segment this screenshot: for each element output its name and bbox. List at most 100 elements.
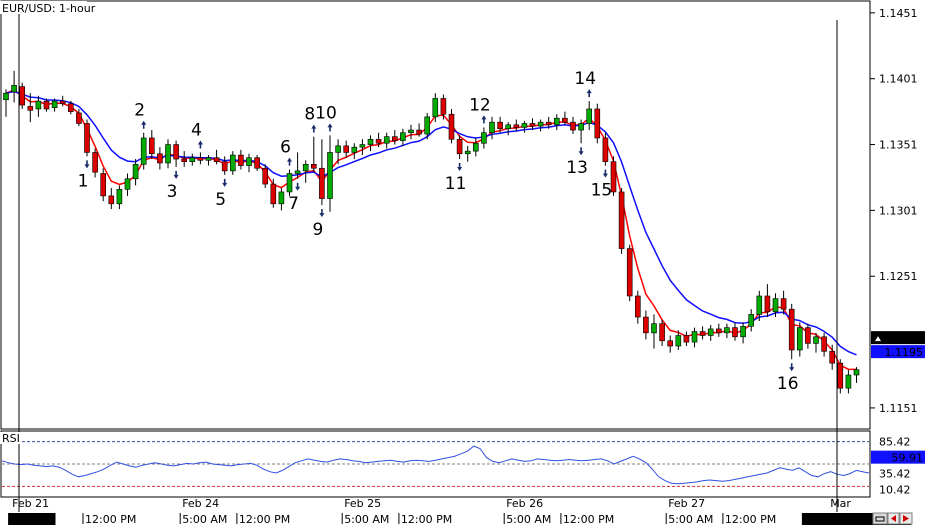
candle-body <box>586 108 593 124</box>
candle-body <box>391 136 398 141</box>
candle-body <box>124 178 131 190</box>
candle-body <box>472 142 479 152</box>
window-controls[interactable] <box>872 512 913 525</box>
candle-body <box>821 336 827 352</box>
date-label: Feb 27 <box>668 497 705 510</box>
candle-body <box>505 124 512 130</box>
date-label: Feb 26 <box>506 497 543 510</box>
candle-body <box>594 108 601 139</box>
candle-body <box>319 167 325 199</box>
candle-body <box>748 314 755 327</box>
candle-body <box>189 157 196 162</box>
candle-body <box>537 121 544 127</box>
candle-body <box>383 136 390 144</box>
candle-body <box>254 157 260 169</box>
minimize-button[interactable] <box>872 512 888 525</box>
date-label: Feb 21 <box>12 497 49 510</box>
chart-title: EUR/USD: 1-hour <box>2 2 96 15</box>
forex-chart[interactable]: 1 2 3 4 5 6 7 8 9 10 11 12 13 14 15 16 1.1451 1.1401 1.13… <box>0 0 925 525</box>
candle-body <box>335 145 341 153</box>
price-tick-label: 1.1151 <box>879 402 918 415</box>
candle-body <box>562 117 568 123</box>
candle-body <box>667 340 674 347</box>
candle-body <box>481 132 487 144</box>
candle-body <box>513 124 520 128</box>
annotation-label: 2 <box>134 101 145 121</box>
candle-body <box>76 112 82 124</box>
price-tick-label: 1.1451 <box>879 7 918 20</box>
date-label: Feb 25 <box>344 497 381 510</box>
annotation-label: 5 <box>215 190 226 210</box>
annotation-label: 4 <box>191 120 202 140</box>
candle-body <box>262 167 269 185</box>
price-tick-label: 1.1351 <box>879 139 918 152</box>
candle-body <box>618 191 625 249</box>
ma-value-label: 1.1195 <box>885 346 924 359</box>
candle-body <box>68 103 74 112</box>
candle-body <box>35 100 42 110</box>
candle-body <box>675 335 682 347</box>
candle-body <box>529 123 536 127</box>
candle-body <box>140 137 147 165</box>
candle-body <box>416 129 422 135</box>
candle-body <box>92 152 98 173</box>
chart-svg[interactable]: 12345678910111213141516 1.14511.14011.13… <box>0 0 925 525</box>
candle-body <box>116 189 123 205</box>
candle-body <box>238 154 244 166</box>
candle-body <box>3 92 9 101</box>
candle-body <box>796 327 803 351</box>
rsi-tick-label: 35.42 <box>879 467 911 480</box>
candle-body <box>19 86 26 106</box>
candle-body <box>829 351 836 364</box>
rsi-value-label: 59.91 <box>892 452 924 465</box>
candle-body <box>602 137 609 162</box>
rsi-tick-label: 10.42 <box>879 483 911 496</box>
candle-body <box>108 195 115 205</box>
date-label: Feb 24 <box>182 497 219 510</box>
annotation-label: 1 <box>78 171 89 191</box>
candle-body <box>521 123 528 128</box>
candle-body <box>626 248 633 297</box>
time-label: 5:00 AM <box>506 513 551 525</box>
candle-body <box>545 121 552 126</box>
candle-body <box>149 137 155 155</box>
time-label: 12:00 PM <box>563 513 614 525</box>
candle-body <box>270 183 277 205</box>
candle-body <box>246 157 252 166</box>
candle-body <box>43 100 50 110</box>
candle-body <box>805 327 811 344</box>
candle-body <box>813 336 819 344</box>
date-label: Mar <box>830 497 851 510</box>
time-label: 4:00 AM <box>10 513 55 525</box>
candle-body <box>375 138 382 144</box>
candle-body <box>853 369 860 376</box>
candle-body <box>772 298 779 313</box>
candle-body <box>788 308 795 351</box>
time-label: 5:00 AM <box>344 513 389 525</box>
candle-body <box>724 327 730 334</box>
candle-body <box>367 138 374 145</box>
price-tick-label: 1.1301 <box>879 204 918 217</box>
candle-body <box>634 295 641 318</box>
candle-body <box>845 374 852 389</box>
candle-body <box>351 146 358 153</box>
candle-body <box>578 123 584 131</box>
annotation-label: 3 <box>167 182 178 202</box>
candle-body <box>100 173 106 197</box>
candle-body <box>302 163 309 172</box>
annotation-label: 12 <box>469 95 491 115</box>
candle-body <box>197 157 204 161</box>
rsi-label: RSI <box>2 432 20 445</box>
candle-body <box>440 98 447 115</box>
time-label: 5:00 AM <box>668 513 713 525</box>
time-label: 12:00 PM <box>401 513 452 525</box>
candle-body <box>464 150 471 155</box>
candle-body <box>497 121 503 130</box>
candle-body <box>651 323 657 334</box>
candle-body <box>27 106 34 111</box>
time-label: 12:00 PM <box>85 513 136 525</box>
candle-body <box>732 327 738 338</box>
candle-body <box>448 113 455 140</box>
current-price-label: 1.1204 <box>885 332 924 345</box>
candle-body <box>359 144 366 148</box>
